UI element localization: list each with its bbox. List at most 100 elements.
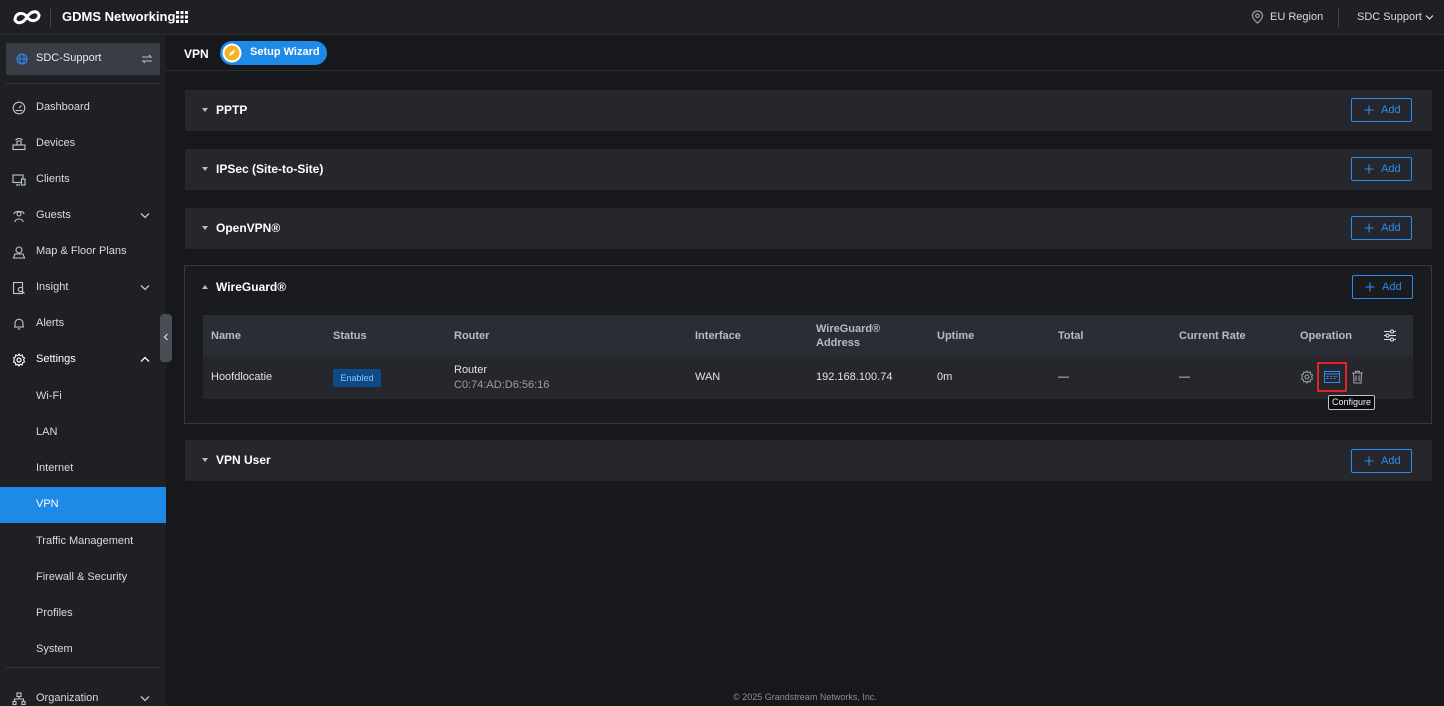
column-interface: Interface <box>695 330 741 342</box>
footer-copyright: © 2025 Grandstream Networks, Inc. <box>733 692 877 702</box>
section-openvpn: OpenVPN® Add <box>185 208 1432 249</box>
add-wireguard-button[interactable]: Add <box>1352 275 1413 299</box>
configure-icon <box>1324 371 1340 383</box>
sidebar-item-label: Profiles <box>36 607 73 619</box>
plus-icon <box>1364 164 1374 174</box>
caret-down-icon[interactable] <box>201 225 209 231</box>
chevron-down-icon[interactable] <box>140 212 150 219</box>
sidebar-subitem-system[interactable]: System <box>0 632 166 668</box>
add-openvpn-button[interactable]: Add <box>1351 216 1412 240</box>
gear-icon <box>12 353 26 367</box>
compass-icon <box>222 43 242 63</box>
chevron-down-icon[interactable] <box>140 695 150 702</box>
site-name: SDC-Support <box>36 52 102 64</box>
sidebar-item-clients[interactable]: Clients <box>0 162 166 198</box>
column-address-line1: WireGuard® <box>816 323 881 335</box>
sidebar-subitem-wifi[interactable]: Wi-Fi <box>0 379 166 415</box>
guests-icon <box>12 209 26 223</box>
apps-grid-icon[interactable] <box>176 11 188 23</box>
caret-up-icon[interactable] <box>201 284 209 290</box>
region-selector[interactable]: EU Region <box>1270 11 1323 23</box>
sidebar-subitem-lan[interactable]: LAN <box>0 415 166 451</box>
sidebar-item-label: LAN <box>36 426 58 438</box>
cell-router-mac: C0:74:AD:D6:56:16 <box>454 379 550 391</box>
chevron-up-icon[interactable] <box>140 356 150 363</box>
sidebar-item-dashboard[interactable]: Dashboard <box>0 90 166 126</box>
caret-down-icon[interactable] <box>201 457 209 463</box>
sidebar-item-devices[interactable]: Devices <box>0 126 166 162</box>
sidebar-item-map-floor-plans[interactable]: Map & Floor Plans <box>0 234 166 270</box>
map-icon <box>12 245 26 259</box>
add-ipsec-button[interactable]: Add <box>1351 157 1412 181</box>
section-title[interactable]: IPSec (Site-to-Site) <box>216 162 323 176</box>
sidebar-item-insight[interactable]: Insight <box>0 270 166 306</box>
add-label: Add <box>1381 222 1401 234</box>
section-title[interactable]: WireGuard® <box>216 280 286 294</box>
chevron-down-icon[interactable] <box>140 284 150 291</box>
dashboard-icon <box>12 101 26 115</box>
top-divider <box>50 9 51 27</box>
sidebar-item-label: Firewall & Security <box>36 571 128 583</box>
add-vpn-user-button[interactable]: Add <box>1351 449 1412 473</box>
sidebar-item-label: Settings <box>36 353 76 365</box>
caret-down-icon[interactable] <box>201 107 209 113</box>
configure-button[interactable] <box>1317 362 1347 392</box>
section-title[interactable]: VPN User <box>216 453 271 467</box>
section-vpn-user: VPN User Add <box>185 440 1432 481</box>
sidebar-item-guests[interactable]: Guests <box>0 198 166 234</box>
add-pptp-button[interactable]: Add <box>1351 98 1412 122</box>
sidebar-item-label: Alerts <box>36 317 65 329</box>
table-row: Hoofdlocatie Enabled Router C0:74:AD:D6:… <box>203 357 1413 399</box>
grandstream-logo-icon[interactable] <box>12 7 42 27</box>
sidebar-item-label: Map & Floor Plans <box>36 245 127 257</box>
sidebar-subitem-profiles[interactable]: Profiles <box>0 596 166 632</box>
sidebar-subitem-firewall-security[interactable]: Firewall & Security <box>0 560 166 596</box>
location-pin-icon <box>1251 10 1264 24</box>
cell-name: Hoofdlocatie <box>211 371 273 383</box>
top-bar: GDMS Networking EU Region SDC Support <box>0 0 1444 35</box>
trash-icon[interactable] <box>1351 370 1364 384</box>
sidebar-subitem-traffic-management[interactable]: Traffic Management <box>0 524 166 560</box>
column-address-line2: Address <box>816 337 861 349</box>
section-pptp: PPTP Add <box>185 90 1432 131</box>
cell-current-rate: — <box>1179 371 1190 383</box>
setup-wizard-label: Setup Wizard <box>250 46 320 58</box>
cell-router-name: Router <box>454 364 488 376</box>
sidebar-divider <box>6 667 160 668</box>
sidebar-item-organization[interactable]: Organization <box>0 681 166 706</box>
add-label: Add <box>1381 104 1401 116</box>
plus-icon <box>1364 105 1374 115</box>
sidebar-item-label: Wi-Fi <box>36 390 62 402</box>
top-divider <box>1338 9 1339 27</box>
sidebar-collapse-handle[interactable] <box>160 314 172 362</box>
sidebar-subitem-internet[interactable]: Internet <box>0 451 166 487</box>
column-router: Router <box>454 330 490 342</box>
account-menu[interactable]: SDC Support <box>1357 11 1422 23</box>
sidebar-item-alerts[interactable]: Alerts <box>0 306 166 342</box>
sidebar-item-label: Internet <box>36 462 74 474</box>
sidebar-item-settings[interactable]: Settings <box>0 342 166 378</box>
page-title: VPN <box>184 47 209 61</box>
plus-icon <box>1364 456 1374 466</box>
organization-icon <box>12 692 26 706</box>
sidebar-item-label: Devices <box>36 137 76 149</box>
sidebar-subitem-vpn[interactable]: VPN <box>0 487 166 523</box>
swap-icon[interactable] <box>141 54 153 64</box>
site-selector[interactable]: SDC-Support <box>6 43 160 75</box>
column-operation: Operation <box>1300 330 1352 342</box>
sidebar: SDC-Support Dashboard Devices Clients Gu… <box>0 35 166 706</box>
sidebar-item-label: Clients <box>36 173 70 185</box>
column-status: Status <box>333 330 367 342</box>
chevron-down-icon[interactable] <box>1425 14 1434 21</box>
plus-icon <box>1364 223 1374 233</box>
section-title[interactable]: OpenVPN® <box>216 221 280 235</box>
page-header: VPN Setup Wizard <box>166 35 1444 71</box>
column-settings-icon[interactable] <box>1383 329 1397 342</box>
section-title[interactable]: PPTP <box>216 103 247 117</box>
bell-icon <box>12 317 26 331</box>
sidebar-item-label: Organization <box>36 692 99 704</box>
sidebar-item-label: Traffic Management <box>36 535 134 547</box>
caret-down-icon[interactable] <box>201 166 209 172</box>
edit-gear-icon[interactable] <box>1300 370 1314 384</box>
setup-wizard-button[interactable]: Setup Wizard <box>220 41 327 65</box>
